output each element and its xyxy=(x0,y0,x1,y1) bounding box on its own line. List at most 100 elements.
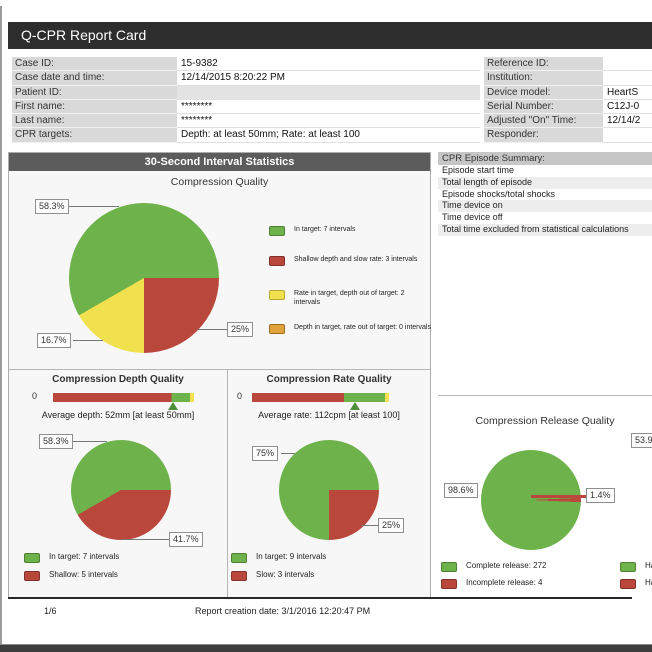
pie-label-green: 98.6% xyxy=(444,483,478,498)
cpr-episode-summary: CPR Episode Summary: Episode start time … xyxy=(438,152,652,236)
legend-item: Complete release: 272 xyxy=(441,561,616,572)
form-row: First name: ******** xyxy=(12,99,480,115)
episode-summary-header: CPR Episode Summary: xyxy=(438,152,652,165)
summary-row: Time device on xyxy=(438,200,652,213)
case-id-value: 15-9382 xyxy=(177,57,480,72)
form-row: Adjusted "On" Time: 12/14/2 xyxy=(484,114,652,129)
pie-label-green: 58.3% xyxy=(39,434,73,449)
legend-item: Rate in target, depth out of target: 2 i… xyxy=(269,289,432,308)
form-row: Patient ID: xyxy=(12,85,480,100)
report-title-bar: Q-CPR Report Card xyxy=(8,22,652,49)
label-connector xyxy=(73,441,107,442)
depth-average-marker xyxy=(167,402,178,410)
report-creation-date: Report creation date: 3/1/2016 12:20:47 … xyxy=(195,606,371,616)
label-connector xyxy=(361,525,378,526)
form-row: Responder: xyxy=(484,128,652,143)
label-connector xyxy=(197,329,227,330)
legend-item: In target: 9 intervals xyxy=(231,552,406,563)
rate-quality-bar-wrap xyxy=(252,393,389,410)
legend-item: Shallow: 5 intervals xyxy=(24,570,199,581)
first-name-value: ******** xyxy=(177,99,480,115)
page-number: 1/6 xyxy=(44,606,57,616)
depth-quality-title: Compression Depth Quality xyxy=(52,374,184,385)
depth-quality-bar xyxy=(53,393,194,402)
interval-statistics-header: 30-Second Interval Statistics xyxy=(9,153,430,171)
release-quality-title: Compression Release Quality xyxy=(475,415,615,427)
serial-number-value: C12J-0 xyxy=(603,99,652,115)
adjusted-on-time-value: 12/14/2 xyxy=(603,114,652,129)
form-row: Case ID: 15-9382 xyxy=(12,57,480,72)
form-row: Last name: ******** xyxy=(12,114,480,129)
report-page: Q-CPR Report Card Case ID: 15-9382 Case d… xyxy=(0,0,652,652)
pie-label-red: 25% xyxy=(378,518,405,533)
legend-item: In target: 7 intervals xyxy=(24,552,199,563)
summary-row: Time device off xyxy=(438,212,652,224)
legend-swatch-yellow xyxy=(269,290,285,300)
pie-label-red: 25% xyxy=(227,322,254,337)
legend-swatch-green xyxy=(24,553,40,563)
section-divider xyxy=(438,395,652,396)
page-title: Q-CPR Report Card xyxy=(21,27,147,43)
cpr-targets-value: Depth: at least 50mm; Rate: at least 100 xyxy=(177,128,480,143)
last-name-value: ******** xyxy=(177,114,480,129)
legend-item-truncated: Hand xyxy=(620,561,652,572)
reference-id-value xyxy=(603,57,652,72)
panel-divider xyxy=(9,369,430,370)
interval-statistics-panel: 30-Second Interval Statistics Compressio… xyxy=(8,152,431,599)
panel-divider xyxy=(227,369,228,598)
label-connector xyxy=(281,453,295,454)
device-model-value: HeartS xyxy=(603,85,652,100)
pie-label-red: 41.7% xyxy=(169,532,203,547)
legend-swatch-green xyxy=(441,562,457,572)
pie-label-green: 75% xyxy=(252,446,279,461)
case-info-left: Case ID: 15-9382 Case date and time: 12/14… xyxy=(12,57,480,143)
legend-swatch-green xyxy=(620,562,636,572)
window-bottom-bar xyxy=(0,644,652,652)
legend-swatch-green xyxy=(269,226,285,236)
legend-swatch-red xyxy=(441,579,457,589)
legend-swatch-orange xyxy=(269,324,285,334)
rate-quality-title: Compression Rate Quality xyxy=(266,374,392,385)
label-connector xyxy=(73,340,103,341)
legend-item: In target: 7 intervals xyxy=(269,225,432,236)
patient-id-value xyxy=(177,85,480,100)
label-connector xyxy=(121,539,169,540)
responder-value xyxy=(603,128,652,143)
legend-swatch-red xyxy=(231,571,247,581)
compression-quality-title: Compression Quality xyxy=(170,176,269,188)
summary-row: Episode shocks/total shocks xyxy=(438,188,652,201)
summary-row: Episode start time xyxy=(438,165,652,177)
case-date-value: 12/14/2015 8:20:22 PM xyxy=(177,71,480,86)
release-quality-pie xyxy=(481,450,581,550)
legend-item-truncated: Hand xyxy=(620,578,652,589)
form-row: Serial Number: C12J-0 xyxy=(484,99,652,115)
legend-item: Slow: 3 intervals xyxy=(231,570,406,581)
depth-quality-bar-wrap xyxy=(53,393,194,410)
legend-swatch-red xyxy=(269,256,285,266)
legend-swatch-green xyxy=(231,553,247,563)
legend-item: Shallow depth and slow rate: 3 intervals xyxy=(269,255,432,266)
compression-quality-pie xyxy=(69,203,219,353)
pie-label-red: 1.4% xyxy=(586,488,615,503)
rate-quality-bar xyxy=(252,393,389,402)
legend-item: Incomplete release: 4 xyxy=(441,578,616,589)
legend-swatch-red xyxy=(24,571,40,581)
label-connector xyxy=(69,206,119,207)
rate-average-marker xyxy=(349,402,360,410)
depth-quality-pie xyxy=(71,440,171,540)
window-left-border xyxy=(0,6,2,652)
case-info-right: Reference ID: Institution: Device model:… xyxy=(484,57,652,143)
institution-value xyxy=(603,71,652,86)
rate-caption: Average rate: 112cpm [at least 100] xyxy=(258,410,400,420)
summary-row: Total length of episode xyxy=(438,176,652,189)
legend-item: Depth in target, rate out of target: 0 i… xyxy=(269,323,432,334)
legend-swatch-red xyxy=(620,579,636,589)
depth-bar-zero-label: 0 xyxy=(32,391,38,401)
release-red-sliver-connector xyxy=(531,495,586,498)
form-row: Case date and time: 12/14/2015 8:20:22 PM xyxy=(12,71,480,86)
form-row: Device model: HeartS xyxy=(484,85,652,100)
truncated-pie-label: 53.9 xyxy=(631,433,652,448)
form-row: Institution: xyxy=(484,71,652,86)
pie-label-yellow: 16.7% xyxy=(37,333,71,348)
footer-rule xyxy=(8,597,632,599)
